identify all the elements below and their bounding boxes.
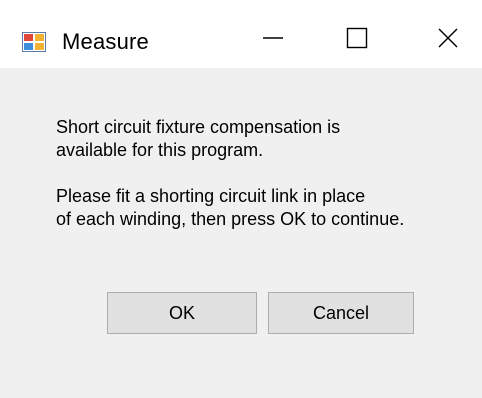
maximize-icon: [346, 27, 368, 54]
minimize-icon: [262, 27, 284, 54]
message-paragraph-2: Please fit a shorting circuit link in pl…: [56, 186, 405, 229]
close-button[interactable]: [418, 18, 478, 62]
measure-dialog: Measure Short circuit fixture compensati…: [0, 0, 482, 398]
measure-app-icon: [22, 32, 46, 52]
dialog-message: Short circuit fixture compensation is av…: [56, 116, 476, 231]
ok-button[interactable]: OK: [107, 292, 257, 334]
minimize-button[interactable]: [243, 18, 303, 62]
close-icon: [437, 27, 459, 54]
title-bar[interactable]: Measure: [0, 0, 482, 68]
message-paragraph-1: Short circuit fixture compensation is av…: [56, 117, 341, 160]
window-title: Measure: [62, 29, 149, 54]
cancel-button[interactable]: Cancel: [268, 292, 414, 334]
maximize-button[interactable]: [327, 18, 387, 62]
